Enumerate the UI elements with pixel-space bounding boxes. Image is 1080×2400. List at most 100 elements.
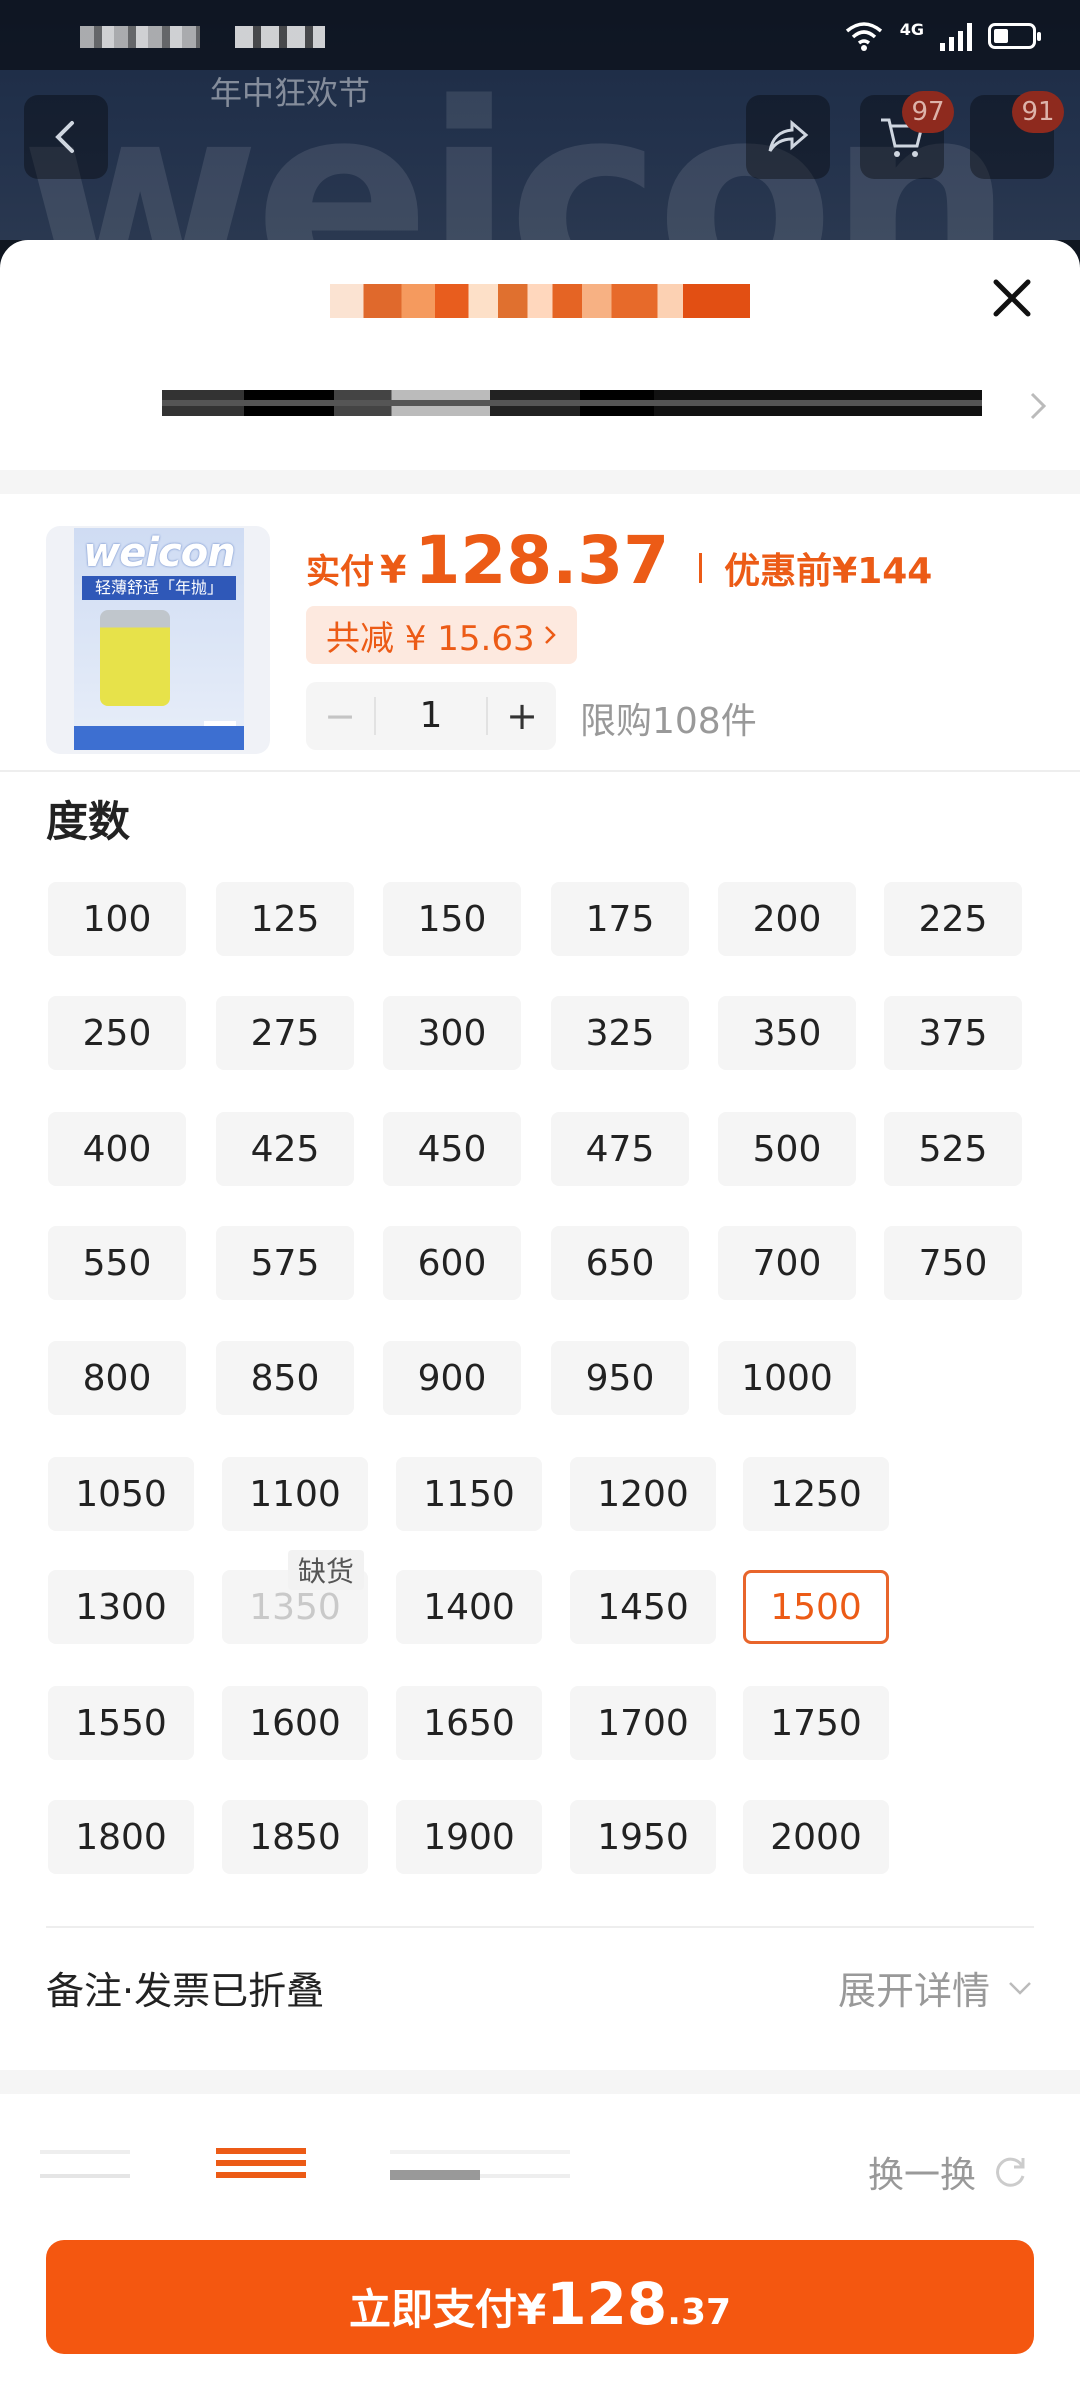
original-price: ¥144 (832, 551, 933, 592)
degree-option[interactable]: 450 (383, 1112, 521, 1186)
actual-price: 128.37 (414, 522, 670, 599)
degree-option[interactable]: 500 (718, 1112, 856, 1186)
message-button[interactable]: 91 (970, 91, 1064, 179)
cart-badge: 97 (902, 91, 954, 133)
tab-active-redacted[interactable] (216, 2148, 306, 2184)
address-redacted[interactable] (162, 390, 982, 416)
degree-option[interactable]: 200 (718, 882, 856, 956)
degree-option[interactable]: 225 (884, 882, 1022, 956)
degree-option[interactable]: 1000 (718, 1341, 856, 1415)
swap-label: 换一换 (867, 2155, 976, 2196)
expand-details-label: 展开详情 (837, 1969, 990, 2013)
share-icon (768, 119, 809, 152)
battery-icon (988, 23, 1041, 49)
original-price-label: 优惠前 (724, 551, 833, 592)
sheet-title-redacted (330, 284, 750, 318)
degree-option[interactable]: 1050 (48, 1457, 194, 1531)
pay-amount-int: 128 (546, 2270, 668, 2338)
expand-details-button[interactable]: 展开详情 (838, 1960, 1034, 2015)
degree-option[interactable]: 400 (48, 1112, 186, 1186)
discount-text: 共减 ¥ 15.63 (326, 618, 535, 659)
degree-option[interactable]: 1900 (396, 1800, 542, 1874)
degree-option[interactable]: 900 (383, 1341, 521, 1415)
wifi-icon (845, 22, 882, 51)
back-button[interactable] (24, 95, 108, 179)
degree-option[interactable]: 1600 (222, 1686, 368, 1760)
degree-option[interactable]: 175 (551, 882, 689, 956)
degree-option[interactable]: 1300 (48, 1570, 194, 1644)
section-separator (0, 2070, 1080, 2094)
degree-option[interactable]: 1400 (396, 1570, 542, 1644)
chevron-right-icon (544, 626, 556, 644)
pay-currency: ¥ (516, 2285, 547, 2334)
degree-option[interactable]: 425 (216, 1112, 354, 1186)
degree-option[interactable]: 300 (383, 996, 521, 1070)
degree-option[interactable]: 250 (48, 996, 186, 1070)
tab-redacted[interactable] (40, 2150, 130, 2180)
degree-option[interactable]: 950 (551, 1341, 689, 1415)
tab-redacted[interactable] (390, 2150, 570, 2180)
degree-option[interactable]: 700 (718, 1226, 856, 1300)
degree-option[interactable]: 550 (48, 1226, 186, 1300)
cart-button[interactable]: 97 (860, 91, 954, 179)
pay-amount-dec: .37 (667, 2292, 732, 2333)
product-thumbnail[interactable]: weicon 轻薄舒适「年抛」 62 (46, 526, 270, 754)
degree-option[interactable]: 1650 (396, 1686, 542, 1760)
remark-invoice-label: 备注·发票已折叠 (46, 1969, 325, 2013)
currency-symbol: ¥ (380, 548, 407, 592)
pay-now-label: 立即支付 (348, 2285, 517, 2334)
degree-option[interactable]: 1100 (222, 1457, 368, 1531)
degree-option[interactable]: 1850 (222, 1800, 368, 1874)
price-line: 实付 ¥ 128.37 优惠前 ¥144 (306, 522, 932, 602)
degree-option[interactable]: 850 (216, 1341, 354, 1415)
section-separator (0, 470, 1080, 494)
degree-option[interactable]: 800 (48, 1341, 186, 1415)
degree-option[interactable]: 1550 (48, 1686, 194, 1760)
sku-bottom-sheet: weicon 轻薄舒适「年抛」 62 实付 ¥ 128.37 优惠前 ¥144 … (0, 240, 1080, 2400)
degree-option[interactable]: 1700 (570, 1686, 716, 1760)
degree-option[interactable]: 750 (884, 1226, 1022, 1300)
degree-option[interactable]: 1750 (743, 1686, 889, 1760)
degree-option[interactable]: 650 (551, 1226, 689, 1300)
degree-option[interactable]: 1250 (743, 1457, 889, 1531)
thumb-brand: weicon (83, 530, 235, 576)
degree-option[interactable]: 125 (216, 882, 354, 956)
close-button[interactable] (984, 270, 1040, 326)
degree-option[interactable]: 325 (551, 996, 689, 1070)
quantity-value[interactable]: 1 (374, 697, 488, 735)
degree-option[interactable]: 150 (383, 882, 521, 956)
chevron-right-icon[interactable] (1026, 388, 1050, 424)
degree-option[interactable]: 1150 (396, 1457, 542, 1531)
degree-option[interactable]: 2000 (743, 1800, 889, 1874)
degree-option[interactable]: 1200 (570, 1457, 716, 1531)
pay-now-button[interactable]: 立即支付 ¥ 128 .37 (46, 2240, 1034, 2354)
close-icon (993, 279, 1031, 317)
degree-option[interactable]: 350 (718, 996, 856, 1070)
degree-option[interactable]: 100 (48, 882, 186, 956)
status-bar: 4G (0, 0, 1080, 70)
degree-option[interactable]: 600 (383, 1226, 521, 1300)
degree-option[interactable]: 1950 (570, 1800, 716, 1874)
degree-section-title: 度数 (46, 797, 131, 846)
back-icon (55, 121, 74, 153)
degree-option[interactable]: 275 (216, 996, 354, 1070)
decrease-button[interactable]: − (306, 682, 374, 750)
divider (0, 770, 1080, 772)
discount-detail-chip[interactable]: 共减 ¥ 15.63 (306, 606, 577, 664)
status-carrier-redacted (235, 26, 325, 48)
divider (46, 1926, 1034, 1928)
degree-option[interactable]: 1500 (743, 1570, 889, 1644)
status-time-redacted (80, 26, 200, 48)
swap-button[interactable]: 换一换 (868, 2146, 1030, 2198)
quantity-stepper: − 1 + (306, 682, 556, 750)
degree-option[interactable]: 1800 (48, 1800, 194, 1874)
degree-option[interactable]: 575 (216, 1226, 354, 1300)
thumb-ribbon (74, 726, 244, 750)
degree-option[interactable]: 475 (551, 1112, 689, 1186)
degree-option[interactable]: 1450 (570, 1570, 716, 1644)
degree-option[interactable]: 375 (884, 996, 1022, 1070)
degree-option[interactable]: 525 (884, 1112, 1022, 1186)
share-button[interactable] (746, 95, 830, 179)
increase-button[interactable]: + (488, 682, 556, 750)
thumb-tag: 轻薄舒适「年抛」 (82, 576, 236, 600)
